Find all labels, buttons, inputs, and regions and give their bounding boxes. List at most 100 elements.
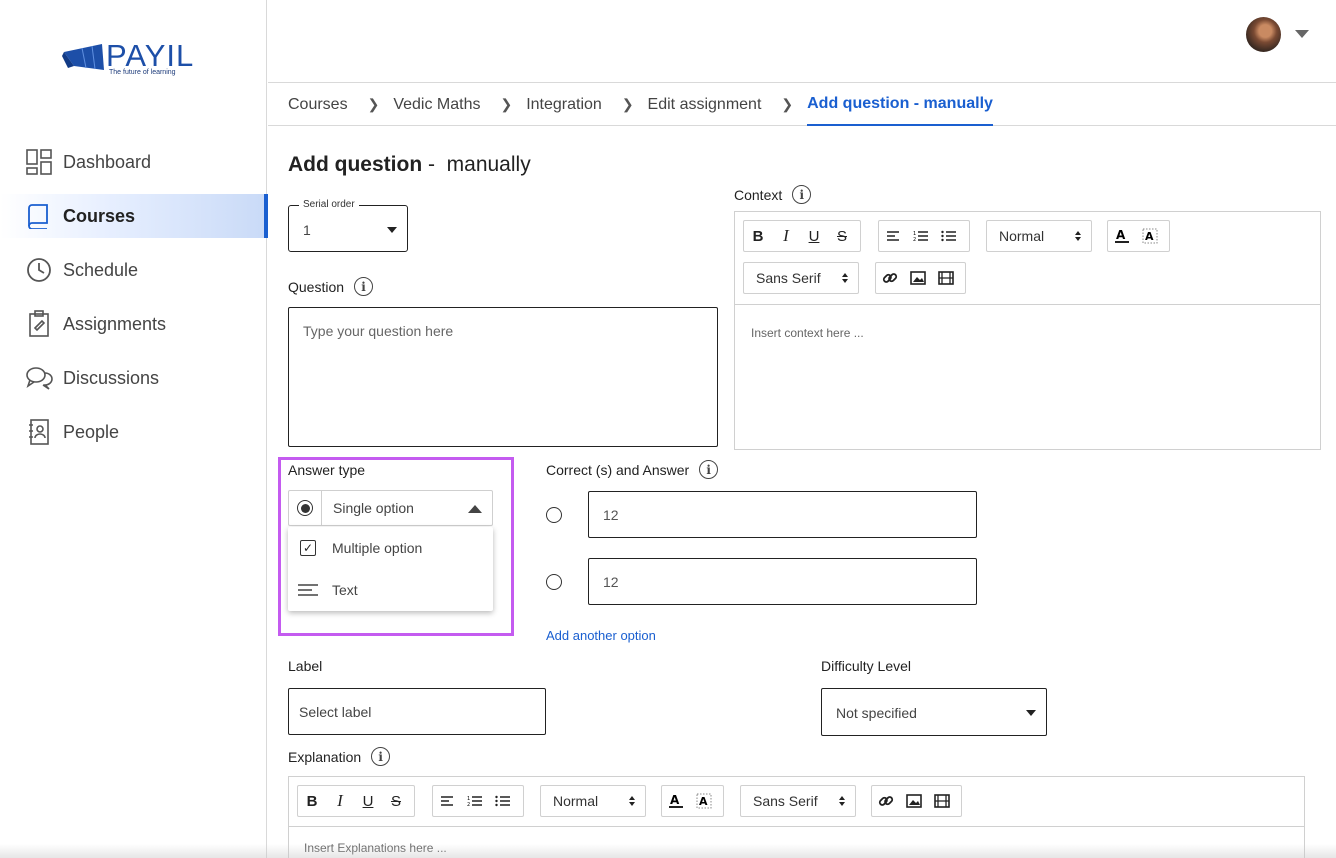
align-left-icon[interactable] bbox=[879, 221, 907, 251]
svg-text:2: 2 bbox=[467, 802, 470, 807]
answer-type-label-row: Answer type bbox=[288, 462, 365, 478]
breadcrumb-label: Integration bbox=[526, 95, 602, 113]
breadcrumb-item[interactable]: Vedic Maths ❯ bbox=[393, 84, 526, 126]
explanation-placeholder[interactable]: Insert Explanations here ... bbox=[304, 841, 447, 855]
top-header bbox=[268, 0, 1336, 83]
bullet-list-icon[interactable] bbox=[489, 786, 517, 816]
correct-answers-label-row: Correct (s) and Answer i bbox=[546, 460, 719, 479]
sidebar-item-courses[interactable]: Courses bbox=[0, 194, 268, 238]
italic-button[interactable]: I bbox=[326, 786, 354, 816]
font-select-value: Sans Serif bbox=[753, 793, 818, 809]
avatar[interactable] bbox=[1246, 17, 1281, 52]
underline-button[interactable]: U bbox=[354, 786, 382, 816]
serial-order-legend: Serial order bbox=[299, 199, 359, 210]
bold-button[interactable]: B bbox=[298, 786, 326, 816]
bullet-list-icon[interactable] bbox=[935, 221, 963, 251]
heading-select-value: Normal bbox=[553, 793, 599, 809]
difficulty-select[interactable]: Not specified bbox=[821, 688, 1047, 736]
video-icon[interactable] bbox=[932, 263, 960, 293]
font-select[interactable]: Sans Serif bbox=[740, 785, 856, 817]
answer-type-select[interactable]: Single option bbox=[288, 490, 493, 526]
strikethrough-button[interactable]: S bbox=[828, 221, 856, 251]
add-another-option-link[interactable]: Add another option bbox=[546, 628, 656, 643]
italic-button[interactable]: I bbox=[772, 221, 800, 251]
context-editor: B I U S 12 Normal A A Sans Serif Insert … bbox=[734, 211, 1321, 450]
bold-button[interactable]: B bbox=[744, 221, 772, 251]
ordered-list-icon[interactable]: 12 bbox=[461, 786, 489, 816]
link-icon[interactable] bbox=[876, 263, 904, 293]
format-group: B I U S bbox=[743, 220, 861, 252]
underline-button[interactable]: U bbox=[800, 221, 828, 251]
caret-up-icon bbox=[468, 505, 482, 513]
chevron-down-icon[interactable] bbox=[1295, 30, 1309, 38]
format-group: B I U S bbox=[297, 785, 415, 817]
sidebar-item-schedule[interactable]: Schedule bbox=[0, 248, 267, 292]
chevron-right-icon: ❯ bbox=[621, 96, 634, 112]
sidebar-item-label: Schedule bbox=[63, 259, 139, 280]
correct-answers-label: Correct (s) and Answer bbox=[546, 461, 690, 478]
question-placeholder: Type your question here bbox=[303, 323, 454, 339]
list-group: 12 bbox=[432, 785, 524, 817]
difficulty-value: Not specified bbox=[836, 705, 917, 721]
dashboard-icon bbox=[24, 147, 54, 177]
background-color-icon[interactable]: A bbox=[1136, 221, 1164, 251]
info-icon[interactable]: i bbox=[354, 277, 374, 296]
brand-tagline: The future of learning bbox=[109, 69, 176, 76]
serial-order-select[interactable]: Serial order 1 bbox=[288, 199, 408, 252]
breadcrumb-item[interactable]: Edit assignment ❯ bbox=[648, 84, 808, 126]
link-icon[interactable] bbox=[872, 786, 900, 816]
strikethrough-button[interactable]: S bbox=[382, 786, 410, 816]
info-icon[interactable]: i bbox=[699, 460, 719, 479]
answer-type-menu: ✓ Multiple option Text bbox=[288, 527, 493, 611]
answer-option-input[interactable]: 12 bbox=[588, 491, 977, 538]
answer-option-value: 12 bbox=[603, 507, 619, 523]
image-icon[interactable] bbox=[900, 786, 928, 816]
image-icon[interactable] bbox=[904, 263, 932, 293]
sidebar-item-label: Discussions bbox=[63, 367, 160, 388]
text-color-icon[interactable]: A bbox=[1108, 221, 1136, 251]
label-select-input[interactable]: Select label bbox=[288, 688, 546, 735]
sidebar-item-dashboard[interactable]: Dashboard bbox=[0, 140, 267, 184]
heading-select[interactable]: Normal bbox=[540, 785, 646, 817]
breadcrumb: Courses ❯ Vedic Maths ❯ Integration ❯ Ed… bbox=[268, 84, 1336, 126]
font-select[interactable]: Sans Serif bbox=[743, 262, 859, 294]
video-icon[interactable] bbox=[928, 786, 956, 816]
sidebar-item-assignments[interactable]: Assignments bbox=[0, 302, 267, 346]
info-icon[interactable]: i bbox=[792, 185, 812, 204]
chevron-right-icon: ❯ bbox=[500, 96, 513, 112]
svg-text:A: A bbox=[699, 795, 708, 808]
answer-option-input[interactable]: 12 bbox=[588, 558, 977, 605]
checkbox-icon: ✓ bbox=[298, 538, 318, 558]
correct-answer-radio[interactable] bbox=[546, 507, 562, 523]
align-left-icon[interactable] bbox=[433, 786, 461, 816]
breadcrumb-current: Add question - manually bbox=[807, 84, 993, 126]
heading-select[interactable]: Normal bbox=[986, 220, 1092, 252]
menu-item-multiple-option[interactable]: ✓ Multiple option bbox=[288, 527, 493, 569]
ordered-list-icon[interactable]: 12 bbox=[907, 221, 935, 251]
serial-order-value: 1 bbox=[303, 222, 311, 238]
info-icon[interactable]: i bbox=[371, 747, 391, 766]
clock-icon bbox=[24, 255, 54, 285]
answer-type-label: Answer type bbox=[288, 462, 366, 478]
sidebar-item-discussions[interactable]: Discussions bbox=[0, 356, 267, 400]
context-placeholder[interactable]: Insert context here ... bbox=[751, 326, 864, 340]
brand-logo[interactable]: PAYIL The future of learning bbox=[62, 38, 212, 82]
logo-mark-icon bbox=[62, 44, 104, 70]
background-color-icon[interactable]: A bbox=[690, 786, 718, 816]
text-color-icon[interactable]: A bbox=[662, 786, 690, 816]
difficulty-label: Difficulty Level bbox=[821, 658, 912, 674]
caret-down-icon bbox=[387, 227, 397, 233]
sidebar: PAYIL The future of learning Dashboard C… bbox=[0, 0, 268, 858]
breadcrumb-item[interactable]: Integration ❯ bbox=[526, 84, 647, 126]
menu-item-text[interactable]: Text bbox=[288, 569, 493, 611]
sidebar-item-people[interactable]: People bbox=[0, 410, 267, 454]
page-title-strong: Add question bbox=[288, 153, 423, 176]
chat-icon bbox=[24, 363, 54, 393]
breadcrumb-label: Edit assignment bbox=[647, 95, 762, 113]
question-input[interactable]: Type your question here bbox=[288, 307, 718, 447]
heading-select-value: Normal bbox=[999, 228, 1045, 244]
correct-answer-radio[interactable] bbox=[546, 574, 562, 590]
breadcrumb-item[interactable]: Courses ❯ bbox=[288, 84, 393, 126]
explanation-label: Explanation bbox=[288, 748, 362, 765]
sidebar-item-label: People bbox=[63, 421, 120, 442]
